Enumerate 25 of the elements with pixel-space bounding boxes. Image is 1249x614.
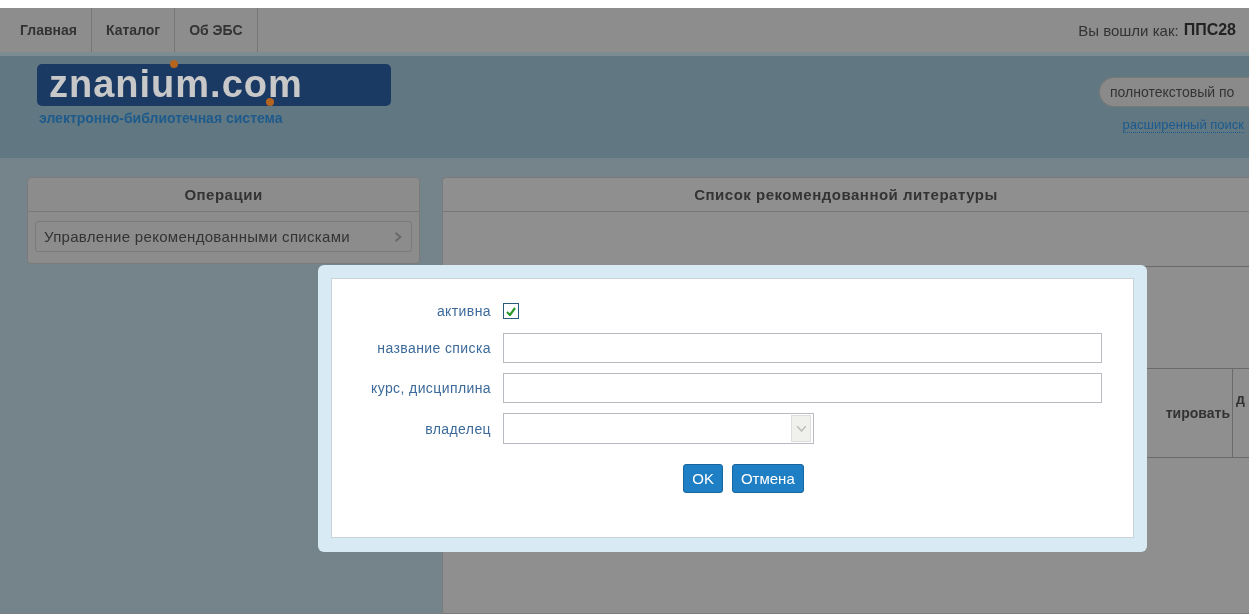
search-field[interactable]: полнотекстовый по [1099, 77, 1249, 107]
nav-link[interactable]: Главная [0, 8, 92, 52]
menu-item[interactable]: Управление рекомендованными списками [35, 221, 412, 252]
field-label: название списка [376, 340, 492, 356]
nav-link[interactable]: Об ЭБС [175, 8, 258, 52]
login-label: Вы вошли как: [1078, 21, 1179, 39]
chevron-down-icon [796, 425, 806, 432]
dropdown[interactable] [503, 413, 814, 444]
checkbox[interactable] [503, 303, 519, 319]
input-field[interactable] [503, 373, 1102, 403]
user-name: ППС28 [1183, 21, 1236, 39]
panel-title: Список рекомендованной литературы [443, 178, 1249, 212]
dot-icon [170, 60, 178, 68]
field-label: курс, дисциплина [370, 380, 492, 396]
field-label: владелец [424, 420, 492, 437]
chevron-right-icon [395, 231, 403, 242]
cancel-button[interactable]: Отмена [731, 464, 804, 493]
dot-icon [266, 98, 274, 106]
nav-link[interactable]: Каталог [91, 8, 176, 52]
logo-tagline: электронно-библиотечная система [38, 110, 284, 126]
input-field[interactable] [503, 333, 1102, 363]
field-label: активна [435, 303, 492, 319]
column-header: д [1232, 369, 1249, 457]
ok-button[interactable]: OK [683, 464, 723, 493]
panel-title: Операции [28, 178, 419, 212]
